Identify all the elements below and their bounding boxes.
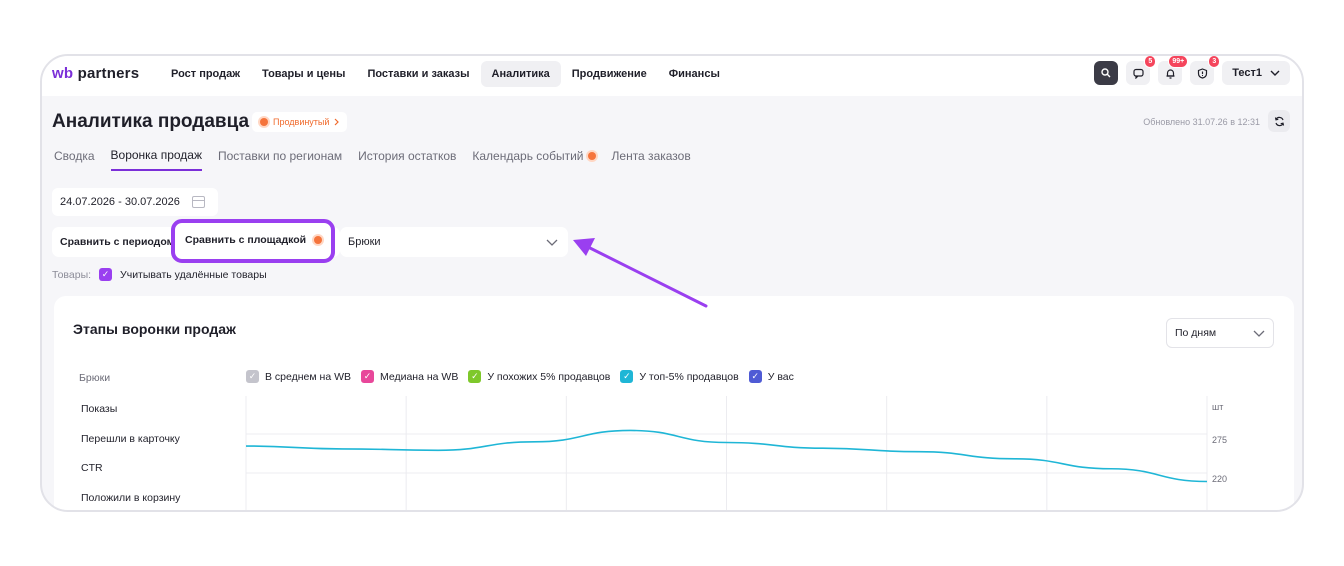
annotation-arrow-icon [573,238,708,308]
